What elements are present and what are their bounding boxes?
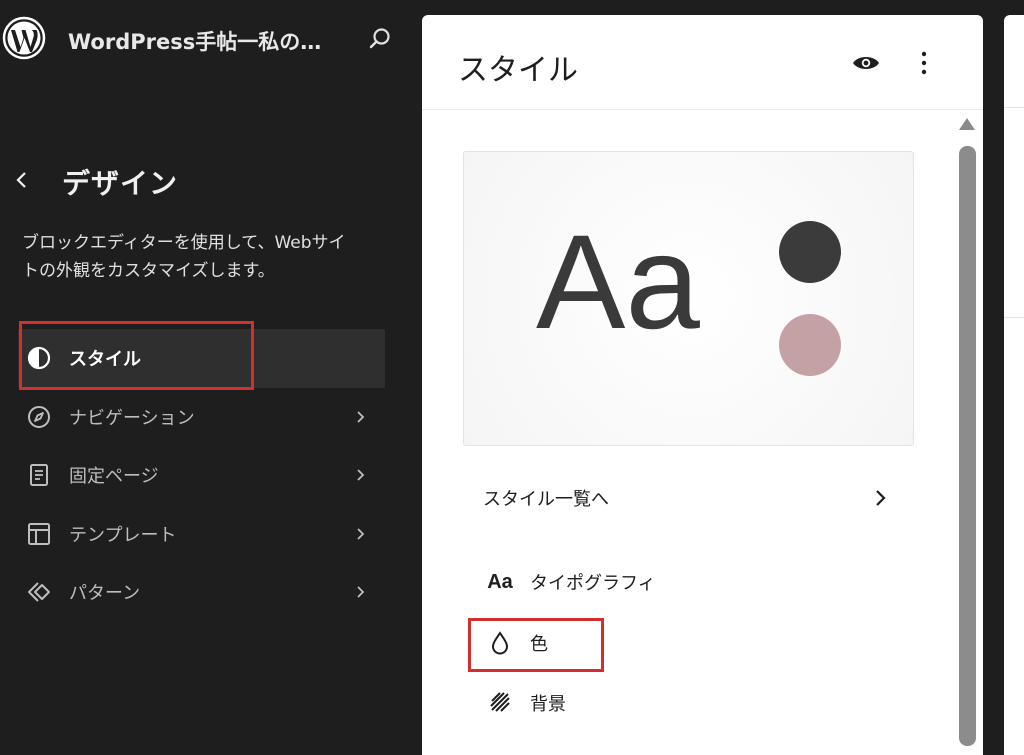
layout-icon (28, 522, 50, 545)
sidebar-item-patterns[interactable]: パターン (18, 563, 385, 622)
chevron-right-icon (357, 411, 365, 423)
menu-item-label: 背景 (530, 694, 566, 715)
compass-icon (28, 405, 50, 428)
sidebar-item-label: 固定ページ (69, 466, 159, 488)
eye-icon[interactable] (852, 53, 880, 73)
browse-styles-label: スタイル一覧へ (483, 489, 609, 510)
chevron-left-icon (16, 172, 26, 188)
half-circle-icon (27, 347, 51, 370)
typography-icon: Aa (487, 570, 513, 593)
pattern-icon (28, 582, 50, 602)
wordpress-logo-icon[interactable] (2, 16, 46, 60)
background-icon (490, 692, 510, 712)
panel-title: スタイル (458, 53, 578, 88)
editor-canvas-edge (1004, 15, 1024, 755)
menu-item-colors[interactable]: 色 (482, 618, 782, 668)
design-navigation: スタイル ナビゲーション 固定ページ テンプレート パターン (18, 329, 385, 622)
sidebar: WordPress手帖一私の… デザイン ブロックエディターを使用して、Webサ… (0, 0, 410, 737)
page-icon (30, 464, 48, 487)
site-title[interactable]: WordPress手帖一私の… (68, 26, 321, 56)
page-description: ブロックエディターを使用して、Webサイトの外観をカスタマイズします。 (22, 233, 346, 281)
divider (1004, 107, 1024, 108)
sidebar-item-pages[interactable]: 固定ページ (18, 446, 385, 505)
chevron-right-icon (357, 469, 365, 481)
droplet-icon (491, 631, 509, 655)
panel-scrollbar[interactable] (957, 118, 977, 746)
primary-color-swatch (779, 221, 841, 283)
menu-item-label: 色 (530, 634, 548, 655)
chevron-right-icon (876, 490, 886, 506)
more-vertical-icon[interactable] (912, 49, 936, 77)
chevron-right-icon (357, 528, 365, 540)
browse-styles-link[interactable]: スタイル一覧へ (463, 475, 912, 521)
style-preview[interactable]: Aa (463, 151, 914, 446)
scroll-up-arrow-icon[interactable] (959, 118, 975, 130)
menu-item-typography[interactable]: Aa タイポグラフィ (482, 557, 782, 607)
sidebar-item-label: ナビゲーション (69, 407, 195, 429)
sidebar-item-label: スタイル (69, 349, 141, 371)
menu-item-label: タイポグラフィ (530, 573, 656, 594)
search-icon[interactable] (368, 27, 392, 51)
menu-item-background[interactable]: 背景 (482, 678, 782, 728)
sidebar-item-templates[interactable]: テンプレート (18, 505, 385, 564)
sidebar-item-label: テンプレート (69, 524, 177, 546)
page-title: デザイン (62, 167, 179, 200)
secondary-color-swatch (779, 314, 841, 376)
styles-panel: スタイル Aa スタイル一覧へ Aa タイポグラフィ 色 背景 (422, 15, 983, 755)
divider (1004, 317, 1024, 318)
scrollbar-thumb[interactable] (959, 146, 976, 746)
sidebar-item-navigation[interactable]: ナビゲーション (18, 388, 385, 447)
panel-header: スタイル (422, 15, 983, 110)
sidebar-item-styles[interactable]: スタイル (18, 329, 385, 388)
preview-typography-sample: Aa (536, 208, 700, 357)
chevron-right-icon (357, 586, 365, 598)
back-button[interactable] (8, 166, 36, 194)
sidebar-item-label: パターン (69, 583, 141, 605)
